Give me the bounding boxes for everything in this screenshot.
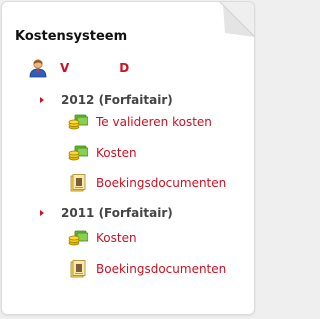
user-icon — [29, 59, 47, 78]
year-label: 2011 (Forfaitair) — [61, 206, 173, 220]
kostensysteem-panel: Kostensysteem V D 2012 (Forfaitair) Te v… — [1, 1, 255, 315]
user-row: V D — [28, 58, 129, 78]
link-kosten-2012[interactable]: Kosten — [68, 143, 137, 163]
page-curl-corner — [219, 2, 254, 37]
item-label: Boekingsdocumenten — [96, 176, 227, 190]
link-boekingsdocumenten-2011[interactable]: Boekingsdocumenten — [68, 259, 226, 279]
coins-icon — [68, 145, 88, 161]
year-label: 2012 (Forfaitair) — [61, 93, 173, 107]
expand-arrow-icon — [40, 210, 44, 216]
expand-arrow-icon — [40, 97, 44, 103]
link-te-valideren-kosten-2012[interactable]: Te valideren kosten — [68, 112, 212, 132]
item-label: Kosten — [96, 146, 137, 160]
coins-icon — [68, 230, 88, 246]
year-2012-toggle[interactable]: 2012 (Forfaitair) — [40, 92, 173, 108]
link-boekingsdocumenten-2012[interactable]: Boekingsdocumenten — [68, 173, 226, 193]
user-first-name-link[interactable]: V — [60, 61, 69, 75]
link-kosten-2011[interactable]: Kosten — [68, 228, 137, 248]
item-label: Boekingsdocumenten — [96, 262, 227, 276]
document-icon — [70, 174, 86, 192]
item-label: Te valideren kosten — [96, 115, 212, 129]
item-label: Kosten — [96, 231, 137, 245]
year-2011-toggle[interactable]: 2011 (Forfaitair) — [40, 205, 173, 221]
panel-title: Kostensysteem — [15, 29, 128, 44]
coins-icon — [68, 114, 88, 130]
document-icon — [70, 260, 86, 278]
user-last-name-link[interactable]: D — [119, 61, 129, 75]
